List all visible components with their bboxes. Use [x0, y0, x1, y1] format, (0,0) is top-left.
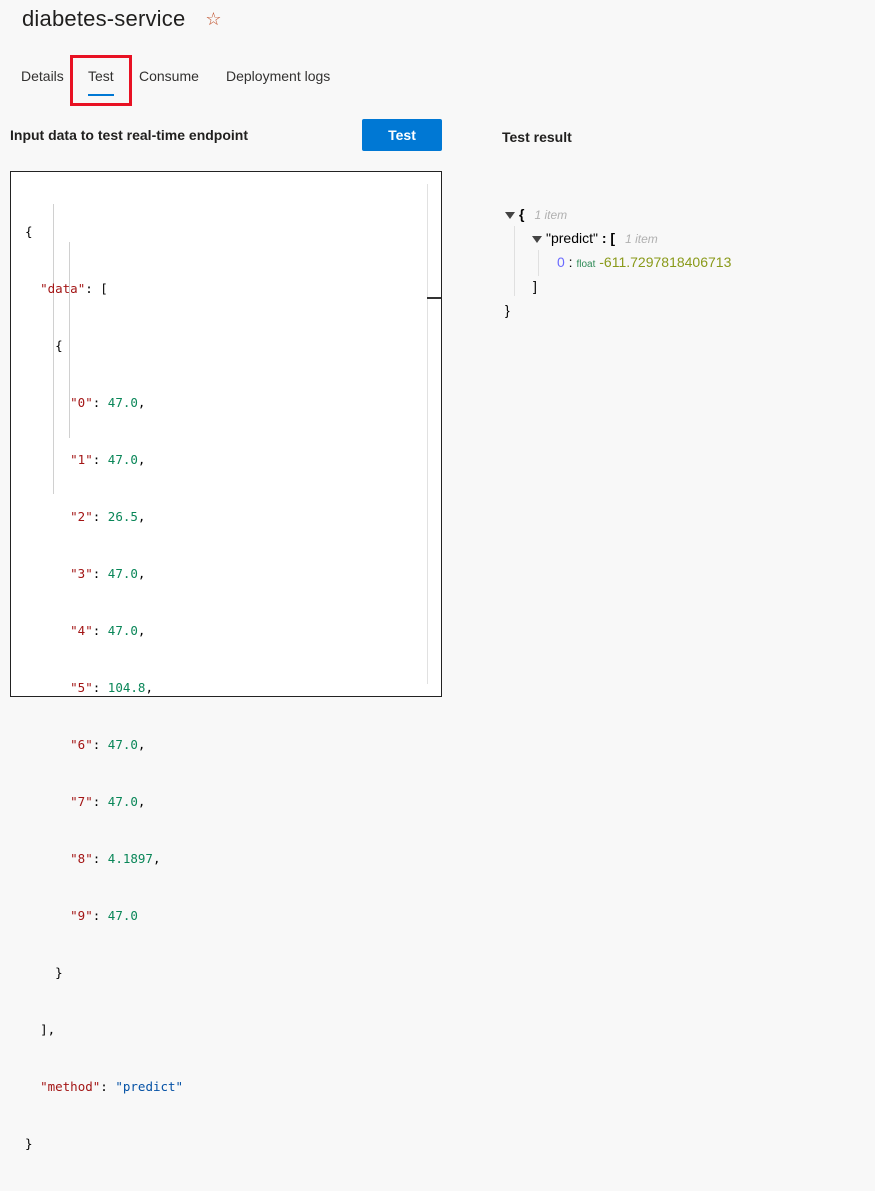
code-line: "9": 47.0: [70, 908, 138, 923]
collapse-caret-icon[interactable]: [532, 235, 542, 243]
result-root-close: }: [505, 302, 510, 318]
code-line: "0": 47.0,: [70, 395, 146, 410]
tab-test[interactable]: Test: [88, 68, 114, 96]
json-code: { "data": [ { "0": 47.0, "1": 47.0, "2":…: [25, 184, 183, 1191]
indent-guide: [514, 226, 515, 296]
tab-test-label: Test: [88, 68, 114, 84]
code-line: ],: [40, 1022, 56, 1037]
code-line: "data": [: [40, 281, 108, 296]
result-section-title: Test result: [502, 129, 572, 145]
code-line: "2": 26.5,: [70, 509, 146, 524]
page-title: diabetes-service: [22, 6, 186, 31]
code-line: "7": 47.0,: [70, 794, 146, 809]
code-line: "4": 47.0,: [70, 623, 146, 638]
code-line: }: [25, 1136, 33, 1151]
star-icon[interactable]: ☆: [205, 9, 221, 30]
json-input-editor[interactable]: { "data": [ { "0": 47.0, "1": 47.0, "2":…: [10, 171, 442, 1151]
collapse-caret-icon[interactable]: [505, 211, 515, 219]
editor-scroll-marker: [427, 297, 441, 299]
result-array-close: ]: [533, 278, 537, 294]
code-line: "6": 47.0,: [70, 737, 146, 752]
result-entry-line: 0 : float -611.7297818406713: [557, 254, 732, 270]
indent-guide: [538, 250, 539, 276]
item-count: 1 item: [534, 208, 568, 222]
page-header: diabetes-service ☆: [22, 6, 222, 32]
editor-scrollbar-track[interactable]: [427, 184, 428, 684]
result-root-line[interactable]: {1 item: [505, 206, 567, 222]
code-line: "3": 47.0,: [70, 566, 146, 581]
item-count: 1 item: [625, 232, 658, 246]
code-line: "method": "predict": [40, 1079, 184, 1094]
code-line: "8": 4.1897,: [70, 851, 161, 866]
tab-consume[interactable]: Consume: [139, 68, 199, 84]
predicted-value: -611.7297818406713: [599, 254, 732, 270]
code-line: {: [55, 338, 63, 353]
tab-details[interactable]: Details: [21, 68, 64, 84]
tab-deployment-logs[interactable]: Deployment logs: [226, 68, 330, 84]
code-line: {: [25, 224, 33, 239]
test-button[interactable]: Test: [362, 119, 442, 151]
code-line: "1": 47.0,: [70, 452, 146, 467]
input-section-title: Input data to test real-time endpoint: [10, 127, 249, 143]
code-line: }: [55, 965, 63, 980]
code-line: "5": 104.8,: [70, 680, 153, 695]
result-predict-line[interactable]: "predict" : [1 item: [532, 230, 658, 246]
active-tab-indicator: [88, 94, 114, 96]
